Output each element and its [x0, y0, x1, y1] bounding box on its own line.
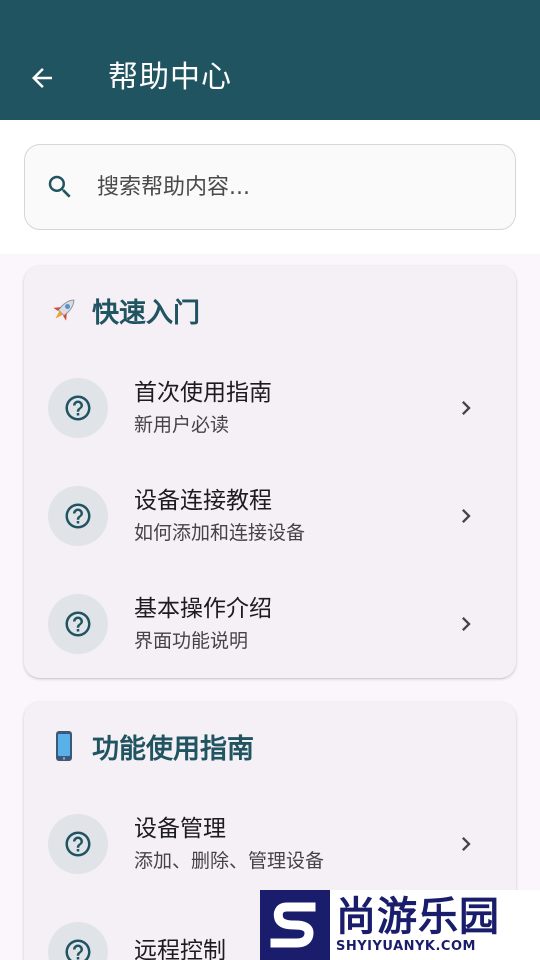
- search-icon: [48, 175, 71, 198]
- back-button[interactable]: [22, 58, 62, 98]
- item-subtitle: 新用户必读: [134, 414, 230, 436]
- help-circle-icon: [65, 395, 91, 421]
- search-input[interactable]: [97, 174, 477, 200]
- item-subtitle: 如何添加和连接设备: [134, 522, 306, 544]
- list-item-device-management[interactable]: 设备管理 添加、删除、管理设备: [24, 790, 516, 898]
- watermark-name: 尚游乐园: [336, 894, 500, 940]
- help-circle-icon: [65, 939, 91, 960]
- watermark-domain: SHYIYUANYK.COM: [336, 939, 476, 954]
- page-title: 帮助中心: [108, 60, 232, 95]
- list-item-device-connection[interactable]: 设备连接教程 如何添加和连接设备: [24, 462, 516, 570]
- section-header: 快速入门: [24, 266, 516, 354]
- chevron-right-icon: [462, 837, 471, 851]
- item-title: 设备管理: [134, 816, 226, 842]
- help-icon-container: [48, 922, 108, 960]
- section-title: 快速入门: [92, 297, 200, 329]
- item-title: 远程控制: [134, 938, 226, 960]
- help-icon-container: [48, 486, 108, 546]
- item-title: 设备连接教程: [134, 488, 272, 514]
- item-subtitle: 界面功能说明: [134, 630, 249, 652]
- list-item-basic-operations[interactable]: 基本操作介绍 界面功能说明: [24, 570, 516, 678]
- section-title: 功能使用指南: [92, 733, 254, 765]
- chevron-right-icon: [462, 617, 471, 631]
- search-section: [0, 120, 540, 254]
- item-subtitle: 添加、删除、管理设备: [134, 850, 325, 872]
- help-icon-container: [48, 594, 108, 654]
- help-circle-icon: [65, 611, 91, 637]
- item-title: 基本操作介绍: [134, 596, 272, 622]
- arrow-left-icon: [32, 68, 52, 88]
- search-box[interactable]: [24, 144, 516, 230]
- rocket-icon: [48, 294, 80, 326]
- help-circle-icon: [65, 831, 91, 857]
- chevron-right-icon: [462, 509, 471, 523]
- app-bar: 帮助中心: [0, 0, 540, 120]
- mobile-phone-icon: [48, 730, 80, 762]
- section-card-quick-start: 快速入门 首次使用指南 新用户必读 设备连接教程 如何添加和连接设备 基本操作介…: [24, 266, 516, 678]
- list-item-first-use-guide[interactable]: 首次使用指南 新用户必读: [24, 354, 516, 462]
- help-icon-container: [48, 378, 108, 438]
- chevron-right-icon: [462, 401, 471, 415]
- help-icon-container: [48, 814, 108, 874]
- help-circle-icon: [65, 503, 91, 529]
- item-title: 首次使用指南: [134, 380, 272, 406]
- logo-s-icon: [260, 890, 330, 960]
- section-header: 功能使用指南: [24, 702, 516, 790]
- watermark-logo: 尚游乐园 SHYIYUANYK.COM: [260, 890, 540, 960]
